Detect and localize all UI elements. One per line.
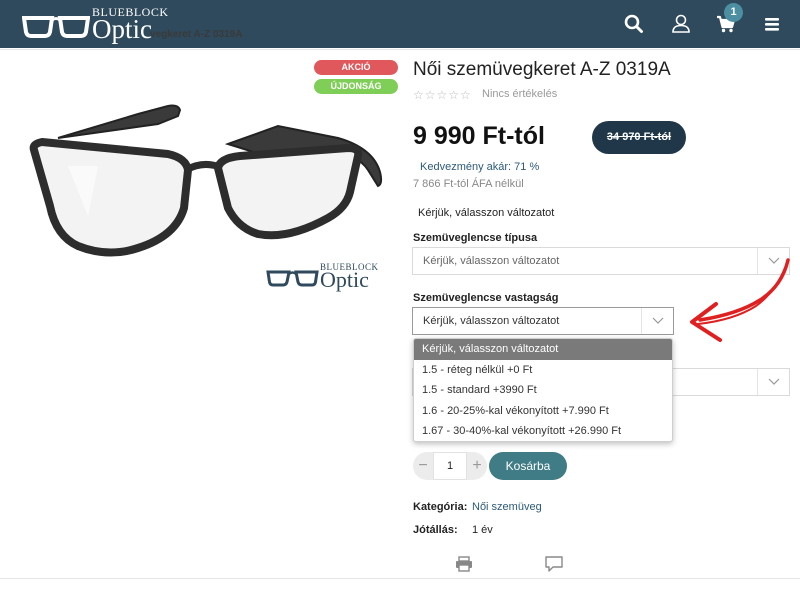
site-header: BLUEBLOCK Optic 1 bbox=[0, 0, 800, 48]
rating-text: Nincs értékelés bbox=[482, 88, 558, 100]
quantity-decrease-button[interactable]: − bbox=[413, 452, 433, 480]
lens-thickness-value: Kérjük, válasszon változatot bbox=[423, 315, 560, 327]
dropdown-option[interactable]: 1.6 - 20-25%-kal vékonyított +7.990 Ft bbox=[414, 401, 672, 422]
logo-main-text: Optic bbox=[92, 14, 152, 44]
net-price-text: 7 866 Ft-tól ÁFA nélkül bbox=[413, 178, 524, 190]
quantity-stepper: − 1 + bbox=[413, 452, 487, 480]
user-icon[interactable] bbox=[669, 12, 693, 36]
lens-thickness-dropdown: Kérjük, válasszon változatot 1.5 - réteg… bbox=[413, 338, 673, 442]
breadcrumb-current: vegkeret A-Z 0319A bbox=[150, 29, 243, 40]
print-icon[interactable] bbox=[455, 556, 473, 572]
footer-divider bbox=[0, 578, 800, 579]
quantity-input[interactable]: 1 bbox=[433, 452, 467, 480]
header-divider bbox=[0, 49, 800, 50]
search-icon[interactable] bbox=[622, 12, 646, 36]
rating-stars[interactable]: ☆☆☆☆☆ bbox=[413, 88, 472, 102]
menu-icon[interactable] bbox=[760, 12, 784, 36]
product-title: Női szemüvegkeret A-Z 0319A bbox=[413, 59, 671, 80]
glasses-watermark-icon bbox=[266, 270, 319, 287]
lens-thickness-arrow[interactable] bbox=[641, 308, 673, 334]
new-badge: ÚJDONSÁG bbox=[314, 79, 398, 94]
lens-type-label: Szemüveglencse típusa bbox=[413, 232, 538, 244]
category-link[interactable]: Női szemüveg bbox=[472, 501, 542, 513]
lens-type-value: Kérjük, válasszon változatot bbox=[423, 255, 560, 267]
warranty-label: Jótállás: bbox=[413, 524, 458, 536]
product-price: 9 990 Ft-tól bbox=[413, 122, 545, 150]
dropdown-option[interactable]: 1.67 - 30-40%-kal vékonyított +26.990 Ft bbox=[414, 421, 672, 441]
site-logo[interactable]: BLUEBLOCK Optic bbox=[22, 4, 168, 44]
old-price-badge: 34 970 Ft-tól bbox=[592, 121, 686, 154]
cart-count-badge: 1 bbox=[724, 3, 743, 22]
image-watermark-logo: BLUEBLOCK Optic bbox=[266, 262, 378, 292]
chevron-down-icon bbox=[652, 317, 664, 324]
warranty-value: 1 év bbox=[472, 524, 493, 536]
dropdown-option[interactable]: 1.5 - standard +3990 Ft bbox=[414, 380, 672, 401]
sale-badge: AKCIÓ bbox=[314, 60, 398, 75]
discount-text: Kedvezmény akár: 71 % bbox=[420, 161, 540, 173]
annotation-arrow-icon bbox=[690, 258, 790, 342]
category-label: Kategória: bbox=[413, 501, 468, 513]
chevron-down-icon bbox=[768, 378, 780, 385]
lens-thickness-label: Szemüveglencse vastagság bbox=[413, 292, 559, 304]
comment-icon[interactable] bbox=[545, 556, 563, 572]
dropdown-option[interactable]: Kérjük, válasszon változatot bbox=[414, 339, 672, 360]
dropdown-option[interactable]: 1.5 - réteg nélkül +0 Ft bbox=[414, 360, 672, 381]
watermark-main-text: Optic bbox=[320, 267, 369, 292]
third-option-arrow[interactable] bbox=[757, 369, 789, 395]
lens-thickness-select[interactable]: Kérjük, válasszon változatot bbox=[412, 307, 674, 335]
choose-variant-note: Kérjük, válasszon változatot bbox=[418, 207, 555, 219]
quantity-increase-button[interactable]: + bbox=[467, 452, 487, 480]
add-to-cart-button[interactable]: Kosárba bbox=[489, 452, 567, 480]
glasses-logo-icon bbox=[22, 16, 90, 38]
